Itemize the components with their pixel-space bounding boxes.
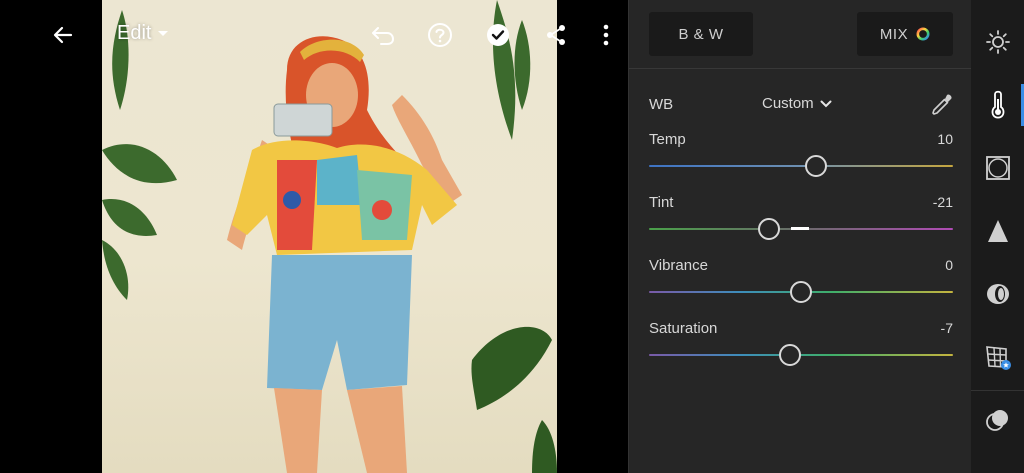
tool-light[interactable] [981,25,1015,59]
tool-presets[interactable] [981,404,1015,438]
detail-icon [988,220,1008,242]
temp-slider-row: Temp 10 [649,131,953,181]
caret-down-icon [158,30,169,36]
black-and-white-button[interactable]: B & W [649,12,753,56]
presets-icon [986,410,1008,431]
checkmark-circle-icon [487,24,509,46]
chevron-down-icon [820,100,832,107]
color-thermometer-icon [991,90,1005,119]
tool-detail[interactable] [981,214,1015,248]
tool-effects[interactable] [981,151,1015,185]
saturation-slider-row: Saturation -7 [649,320,953,370]
share-button[interactable] [539,18,573,52]
eyedropper-icon [932,94,952,115]
tint-change-indicator [791,227,809,230]
white-balance-dropdown[interactable]: Custom [762,95,832,112]
white-balance-label: WB [649,96,674,113]
white-balance-row: WB Custom [649,92,955,118]
optics-icon [987,284,1009,304]
temp-slider-track[interactable] [649,165,953,167]
back-arrow-icon [53,26,73,44]
share-icon [547,25,565,45]
more-vertical-icon [603,24,609,46]
color-mix-button[interactable]: MIX [857,12,953,56]
effects-icon [986,156,1010,180]
saturation-slider-knob[interactable] [779,344,802,366]
confirm-button[interactable] [481,18,515,52]
vibrance-label: Vibrance [649,257,708,274]
vibrance-value: 0 [945,257,953,273]
color-mode-tabs: B & W MIX [629,0,972,69]
photo-illustration [102,0,557,473]
more-options-button[interactable] [589,18,623,52]
color-wheel-icon [916,27,930,41]
temp-label: Temp [649,131,686,148]
edit-tools-strip [971,0,1024,473]
tool-color[interactable] [981,88,1015,122]
tint-slider-knob[interactable] [758,218,781,240]
tool-optics[interactable] [981,277,1015,311]
photo-area: Edit [0,0,628,473]
tint-value: -21 [932,194,953,210]
eyedropper-button[interactable] [929,92,955,118]
saturation-value: -7 [940,320,953,336]
edit-mode-label: Edit [117,22,152,44]
edit-mode-dropdown[interactable]: Edit [117,22,169,45]
temp-value: 10 [937,131,953,147]
white-balance-value: Custom [762,95,814,112]
vibrance-slider-knob[interactable] [790,281,812,303]
top-toolbar: Edit [0,0,628,70]
color-mix-label: MIX [879,25,909,43]
vibrance-slider-row: Vibrance 0 [649,257,953,307]
photo-canvas[interactable] [102,0,557,473]
color-adjustment-panel: B & W MIX WB Custom Temp 10 Tint -21 Vib… [628,0,972,473]
tint-slider-row: Tint -21 [649,194,953,244]
black-and-white-label: B & W [678,25,724,43]
geometry-icon [986,346,1011,370]
help-icon [428,23,452,47]
undo-button[interactable] [366,18,400,52]
undo-icon [372,27,394,45]
tool-geometry[interactable] [981,340,1015,374]
back-button[interactable] [46,18,80,52]
tint-label: Tint [649,194,674,211]
help-button[interactable] [423,18,457,52]
tools-divider [971,390,1024,391]
temp-slider-knob[interactable] [804,155,827,177]
light-icon [986,30,1010,54]
saturation-label: Saturation [649,320,718,337]
